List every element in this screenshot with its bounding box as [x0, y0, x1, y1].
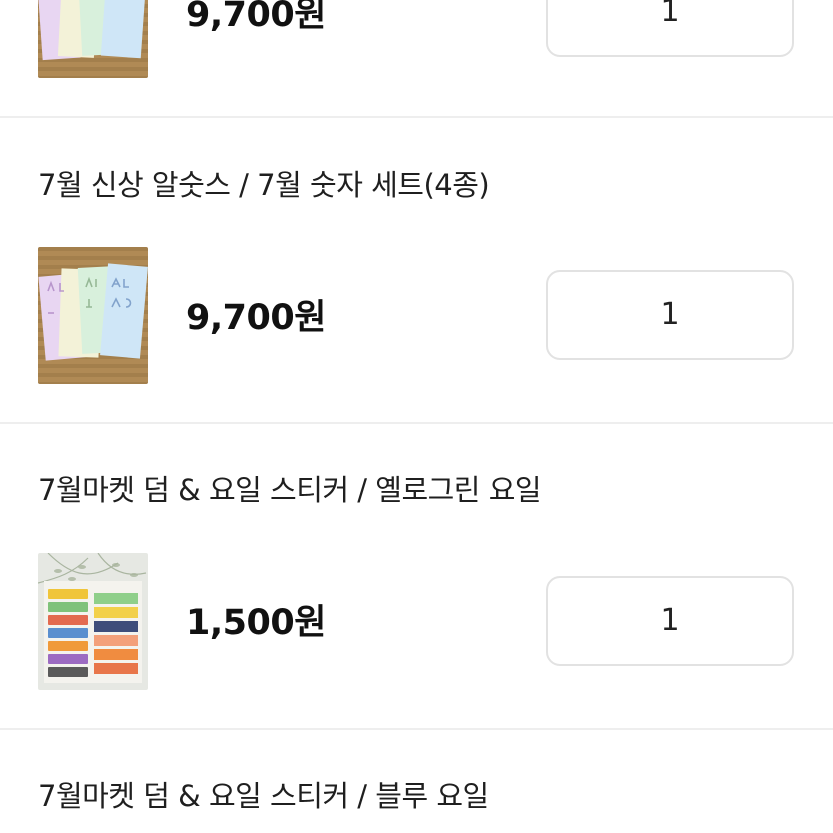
title-item-4: 7월마켓 덤 & 요일 스티커 / 블루 요일 — [38, 779, 489, 813]
alphabet-sticker-sheets-image — [38, 0, 148, 78]
price-item-2: 9,700원 — [186, 298, 326, 338]
thumbnail-item-1[interactable] — [38, 0, 148, 78]
title-item-2: 7월 신상 알숫스 / 7월 숫자 세트(4종) — [38, 168, 490, 202]
item-divider — [0, 728, 833, 730]
cart-item-list: 9,700원 1 7월 신상 알숫스 / 7월 숫자 세트(4종) 9,700원… — [0, 0, 833, 833]
weekday-sticker-sheet-image — [38, 553, 148, 690]
thumbnail-item-2[interactable] — [38, 247, 148, 384]
price-item-1: 9,700원 — [186, 0, 326, 35]
price-item-3: 1,500원 — [186, 603, 326, 643]
quantity-input-item-1[interactable]: 1 — [546, 0, 794, 57]
thumbnail-item-3[interactable] — [38, 553, 148, 690]
item-divider — [0, 422, 833, 424]
title-item-3: 7월마켓 덤 & 요일 스티커 / 옐로그린 요일 — [38, 473, 542, 507]
quantity-input-item-3[interactable]: 1 — [546, 576, 794, 666]
item-divider — [0, 116, 833, 118]
alphabet-sticker-sheets-image — [38, 247, 148, 384]
quantity-input-item-2[interactable]: 1 — [546, 270, 794, 360]
